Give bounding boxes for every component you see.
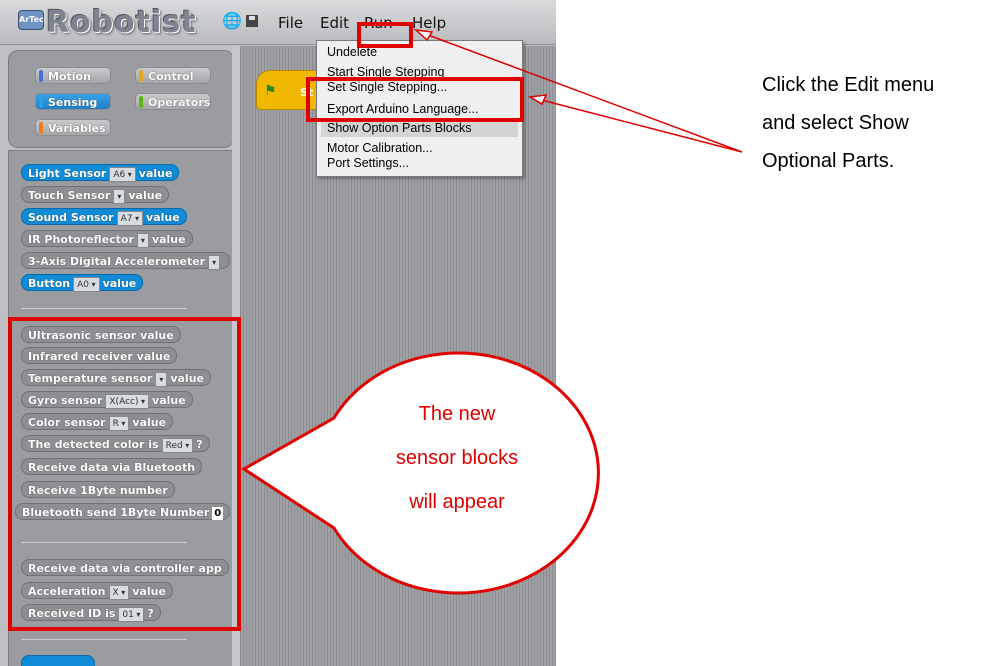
port-dropdown[interactable]: A6 [109, 166, 136, 182]
block-suffix: value [102, 277, 137, 290]
highlight-show-option-parts [306, 77, 524, 122]
port-dropdown[interactable] [113, 188, 126, 204]
category-variables-label: Variables [48, 122, 106, 135]
category-operators-label: Operators [148, 96, 211, 109]
arrow-line-option [533, 97, 743, 153]
divider [21, 639, 187, 640]
category-motion-label: Motion [48, 70, 91, 83]
instruction-note: Click the Edit menu and select Show Opti… [762, 66, 1008, 180]
block-suffix: value [138, 167, 173, 180]
artec-logo: ArTec [18, 10, 44, 30]
port-dropdown[interactable]: A7 [116, 210, 144, 226]
block-label: Sound Sensor [28, 211, 114, 224]
block-ir-photoreflector[interactable]: IR Photoreflector value [21, 230, 193, 248]
block-label: Light Sensor [28, 167, 107, 180]
block-accelerometer[interactable]: 3-Axis Digital Accelerometer [21, 252, 231, 270]
block-button[interactable]: ButtonA0value [21, 274, 144, 292]
category-variables[interactable]: Variables [35, 119, 111, 136]
highlight-new-blocks [8, 317, 241, 631]
block-partial[interactable] [21, 655, 95, 666]
bubble-text: The new sensor blocks will appear [362, 392, 552, 524]
block-label: Touch Sensor [28, 189, 111, 202]
block-label: 3-Axis Digital Accelerometer [28, 255, 206, 268]
port-dropdown[interactable]: A0 [73, 276, 100, 292]
block-suffix: value [146, 211, 180, 224]
globe-icon[interactable]: 🌐 [222, 13, 242, 29]
control-swatch [139, 70, 143, 82]
bubble-line-3: will appear [409, 491, 505, 513]
logo-badge-text: ArTec [19, 15, 44, 24]
menu-item-motor-calibration[interactable]: Motor Calibration... [327, 141, 433, 156]
category-control[interactable]: Control [135, 67, 211, 84]
menu-edit[interactable]: Edit [320, 14, 349, 32]
green-flag-icon: ⚑ [264, 83, 277, 99]
category-sensing[interactable]: Sensing [35, 93, 111, 110]
menu-file[interactable]: File [278, 14, 303, 32]
sensing-swatch [39, 96, 43, 108]
bubble-line-2: sensor blocks [395, 447, 519, 469]
block-label: Button [28, 277, 71, 290]
variables-swatch [39, 122, 43, 134]
instruction-line-1: Click the Edit menu [762, 74, 935, 96]
instruction-line-2: and select Show [762, 112, 909, 134]
category-sensing-label: Sensing [48, 96, 98, 109]
motion-swatch [39, 70, 43, 82]
block-suffix: value [151, 233, 186, 246]
category-palette: Motion Control Sensing Operators Variabl… [8, 50, 234, 148]
menu-bar: ArTec Robotist 🌐 File Edit Run Help [0, 0, 556, 45]
block-sound-sensor[interactable]: Sound SensorA7value [21, 208, 187, 226]
divider [21, 308, 187, 309]
highlight-run-menu [357, 22, 413, 48]
category-motion[interactable]: Motion [35, 67, 111, 84]
app-logo: Robotist [46, 5, 197, 40]
menu-help[interactable]: Help [412, 14, 446, 32]
operators-swatch [139, 96, 143, 108]
instruction-line-3: Optional Parts. [762, 150, 895, 172]
block-light-sensor[interactable]: Light SensorA6value [21, 164, 180, 182]
category-operators[interactable]: Operators [135, 93, 211, 110]
bubble-line-1: The new [418, 403, 496, 425]
block-suffix: value [128, 189, 163, 202]
category-control-label: Control [148, 70, 194, 83]
save-icon[interactable] [244, 13, 260, 29]
block-touch-sensor[interactable]: Touch Sensor value [21, 186, 170, 204]
block-label: IR Photoreflector [28, 233, 134, 246]
port-dropdown[interactable] [136, 232, 149, 248]
menu-item-show-option-parts[interactable]: Show Option Parts Blocks [327, 121, 472, 136]
axis-dropdown[interactable] [208, 254, 221, 270]
menu-item-port-settings[interactable]: Port Settings... [327, 156, 409, 171]
